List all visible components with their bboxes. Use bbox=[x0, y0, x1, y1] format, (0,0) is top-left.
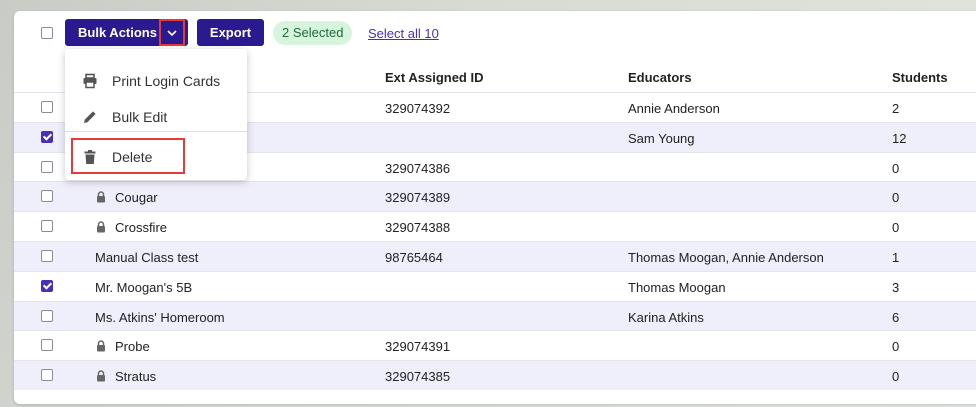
row-checkbox[interactable] bbox=[41, 279, 53, 292]
table-row[interactable]: Stratus 329074385 0 bbox=[14, 360, 976, 391]
students-cell: 0 bbox=[892, 220, 900, 236]
row-checkbox[interactable] bbox=[41, 369, 53, 382]
delete-highlight-box bbox=[71, 138, 185, 174]
educators-cell: Karina Atkins bbox=[628, 309, 704, 325]
pencil-icon bbox=[84, 111, 96, 123]
menu-item-label: Bulk Edit bbox=[112, 109, 168, 125]
ext-id-cell: 329074392 bbox=[385, 101, 451, 116]
ext-id-cell: 329074388 bbox=[385, 220, 451, 236]
export-button[interactable]: Export bbox=[197, 19, 264, 46]
lock-icon bbox=[95, 221, 107, 233]
students-cell: 0 bbox=[892, 369, 900, 385]
printer-icon bbox=[83, 73, 97, 89]
ext-id-cell: 329074391 bbox=[385, 339, 451, 355]
menu-item-print-login-cards[interactable]: Print Login Cards bbox=[65, 66, 247, 96]
column-header-educators[interactable]: Educators bbox=[628, 70, 692, 85]
ext-id-cell: 329074385 bbox=[385, 369, 451, 385]
table-row[interactable]: Crossfire 329074388 0 bbox=[14, 211, 976, 241]
classes-panel: Bulk Actions Export 2 Selected Select al… bbox=[14, 11, 976, 404]
table-row[interactable]: Manual Class test 98765464 Thomas Moogan, … bbox=[14, 241, 976, 271]
bulk-actions-dropdown-toggle[interactable] bbox=[159, 19, 185, 46]
row-checkbox[interactable] bbox=[41, 160, 53, 173]
row-checkbox[interactable] bbox=[41, 339, 53, 352]
class-name-cell[interactable]: Mr. Moogan's 5B bbox=[95, 280, 192, 295]
students-cell: 3 bbox=[892, 279, 900, 295]
students-cell: 0 bbox=[892, 339, 900, 355]
bulk-actions-menu: Print Login Cards Bulk Edit Delete bbox=[65, 49, 247, 180]
ext-id-cell: 329074386 bbox=[385, 160, 451, 176]
lock-icon bbox=[95, 191, 107, 203]
students-cell: 0 bbox=[892, 160, 900, 176]
selected-count-badge: 2 Selected bbox=[273, 21, 353, 45]
row-checkbox[interactable] bbox=[41, 130, 53, 143]
row-checkbox[interactable] bbox=[41, 190, 53, 203]
row-checkbox[interactable] bbox=[41, 250, 53, 262]
class-name-cell[interactable]: Ms. Atkins' Homeroom bbox=[95, 310, 225, 325]
educators-cell: Sam Young bbox=[628, 130, 695, 146]
ext-id-cell: 329074389 bbox=[385, 190, 451, 206]
educators-cell: Thomas Moogan, Annie Anderson bbox=[628, 250, 824, 265]
ext-id-cell: 98765464 bbox=[385, 250, 443, 265]
bulk-actions-label: Bulk Actions bbox=[78, 25, 157, 40]
bulk-actions-button[interactable]: Bulk Actions bbox=[65, 19, 188, 46]
educators-cell: Annie Anderson bbox=[628, 101, 720, 116]
students-cell: 2 bbox=[892, 101, 900, 116]
lock-icon bbox=[95, 370, 107, 382]
menu-item-bulk-edit[interactable]: Bulk Edit bbox=[65, 102, 247, 132]
students-cell: 0 bbox=[892, 190, 900, 206]
lock-icon bbox=[95, 340, 107, 352]
select-all-checkbox[interactable] bbox=[41, 27, 53, 39]
table-row[interactable]: Ms. Atkins' Homeroom Karina Atkins 6 bbox=[14, 300, 976, 331]
students-cell: 12 bbox=[892, 130, 907, 146]
class-name-cell[interactable]: Manual Class test bbox=[95, 250, 198, 265]
column-header-students[interactable]: Students bbox=[892, 70, 948, 85]
class-name-cell[interactable]: Cougar bbox=[115, 190, 158, 205]
class-name-cell[interactable]: Stratus bbox=[115, 369, 156, 384]
class-name-cell[interactable]: Crossfire bbox=[115, 220, 167, 235]
table-row[interactable]: Cougar 329074389 0 bbox=[14, 181, 976, 212]
table-row[interactable]: Mr. Moogan's 5B Thomas Moogan 3 bbox=[14, 270, 976, 301]
row-checkbox[interactable] bbox=[41, 309, 53, 322]
column-header-ext-id[interactable]: Ext Assigned ID bbox=[385, 70, 483, 85]
students-cell: 1 bbox=[892, 250, 900, 265]
menu-divider bbox=[65, 131, 247, 132]
class-name-cell[interactable]: Probe bbox=[115, 339, 150, 354]
chevron-down-icon bbox=[167, 30, 177, 37]
table-row[interactable]: Probe 329074391 0 bbox=[14, 330, 976, 360]
students-cell: 6 bbox=[892, 309, 900, 325]
row-checkbox[interactable] bbox=[41, 220, 53, 233]
educators-cell: Thomas Moogan bbox=[628, 279, 726, 295]
select-all-link[interactable]: Select all 10 bbox=[368, 26, 439, 41]
menu-item-label: Print Login Cards bbox=[112, 73, 221, 89]
row-checkbox[interactable] bbox=[41, 101, 53, 113]
